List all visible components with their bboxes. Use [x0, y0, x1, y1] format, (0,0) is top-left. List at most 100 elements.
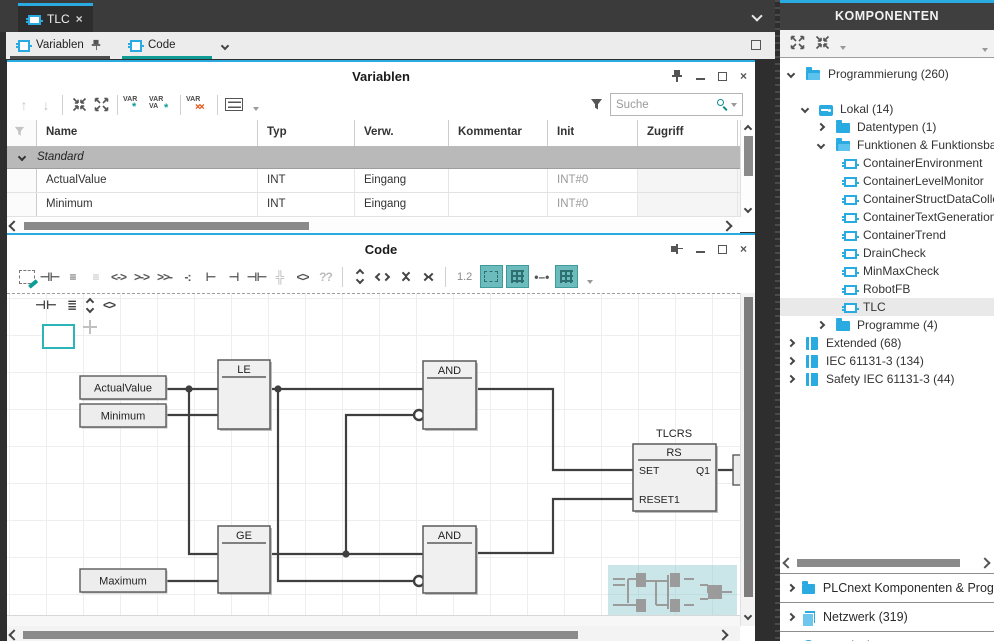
contact-network-button[interactable]: ⊣⊢: [38, 265, 61, 289]
toolbar-overflow-chevron-icon[interactable]: [253, 107, 259, 111]
tree-item-containerstructdatacolle[interactable]: ContainerStructDataColle: [780, 190, 994, 208]
minimize-icon[interactable]: [696, 251, 705, 253]
cell-verw[interactable]: Eingang: [355, 169, 449, 192]
scroll-right-icon[interactable]: [721, 220, 732, 231]
selection-rectangle[interactable]: [42, 324, 75, 349]
tree-item-tlc[interactable]: TLC: [780, 298, 994, 316]
tree-item-datentypen[interactable]: Datentypen (1): [780, 118, 994, 136]
diagram-overview-minimap[interactable]: [608, 565, 737, 620]
scroll-right-icon[interactable]: [717, 629, 728, 640]
scroll-down-icon[interactable]: [744, 612, 752, 620]
expand-all-button[interactable]: [790, 35, 805, 53]
tree-item-programmierung[interactable]: Programmierung (260): [780, 65, 994, 83]
branch-right-button[interactable]: >->: [130, 265, 153, 289]
chevron-right-icon[interactable]: [787, 375, 795, 383]
tab-list-chevron-icon[interactable]: [751, 10, 762, 21]
table-row[interactable]: ActualValue INT Eingang INT#0: [7, 169, 755, 193]
scroll-up-icon[interactable]: [744, 125, 752, 133]
collapse-vertical-button[interactable]: [394, 265, 417, 289]
angle-brackets-button[interactable]: <>: [291, 265, 314, 289]
close-icon[interactable]: ×: [740, 242, 747, 256]
move-down-button[interactable]: ↓: [35, 94, 57, 116]
scroll-left-icon[interactable]: [8, 629, 19, 640]
chevron-down-icon[interactable]: [787, 70, 795, 78]
input-variable-maximum[interactable]: Maximum: [80, 569, 168, 594]
section-netzwerk[interactable]: Netzwerk (319): [780, 602, 994, 631]
scroll-left-icon[interactable]: [8, 220, 19, 231]
contact-pair-icon[interactable]: ⊣⊢: [35, 298, 57, 312]
add-multiple-variables-button[interactable]: VARVA*: [149, 94, 175, 116]
maximize-icon[interactable]: [718, 245, 727, 254]
scroll-left-icon[interactable]: [782, 557, 793, 568]
tree-item-programme[interactable]: Programme (4): [780, 316, 994, 334]
filter-column-header[interactable]: [7, 120, 37, 146]
tree-item-funktionen[interactable]: Funktionen & Funktionsbaust: [780, 136, 994, 154]
variable-group-row[interactable]: Standard: [7, 147, 755, 169]
column-header-kommentar[interactable]: Kommentar: [449, 120, 548, 146]
contact-pair-button[interactable]: ⊣⊢: [245, 265, 268, 289]
cell-kommentar[interactable]: [449, 193, 548, 216]
table-vertical-scrollbar[interactable]: [740, 120, 755, 217]
block-ge[interactable]: GE: [218, 526, 272, 595]
expand-vertical-icon[interactable]: [87, 299, 93, 312]
column-header-zugriff[interactable]: Zugriff: [638, 120, 738, 146]
block-le[interactable]: LE: [218, 360, 272, 431]
section-hmi[interactable]: HMI (37): [780, 631, 994, 641]
grid-toggle[interactable]: [506, 265, 529, 288]
doc-tabs-chevron-icon[interactable]: [221, 42, 229, 50]
select-mode-button[interactable]: [15, 265, 38, 289]
fbd-canvas[interactable]: ⊣⊢ ≣ <>: [7, 293, 740, 626]
cell-typ[interactable]: INT: [258, 193, 355, 216]
scrollbar-thumb[interactable]: [744, 136, 753, 176]
chevron-right-icon[interactable]: [787, 339, 795, 347]
tree-item-lokal[interactable]: Lokal (14): [780, 100, 994, 118]
cell-init[interactable]: INT#0: [548, 169, 638, 192]
tree-item-extended[interactable]: Extended (68): [780, 334, 994, 352]
collapse-all-button[interactable]: [815, 35, 830, 53]
input-variable-actualvalue[interactable]: ActualValue: [80, 376, 168, 401]
contact-open-button[interactable]: ⊢: [199, 265, 222, 289]
chevron-right-icon[interactable]: [787, 357, 795, 365]
snap-grid-toggle[interactable]: [555, 265, 578, 288]
column-header-verw[interactable]: Verw.: [355, 120, 449, 146]
tab-tlc[interactable]: TLC ×: [18, 3, 93, 32]
tab-variablen[interactable]: Variablen: [10, 34, 110, 59]
chevron-right-icon[interactable]: [817, 123, 825, 131]
block-grid-button[interactable]: ╬: [268, 265, 291, 289]
align-lines-button[interactable]: ≡: [61, 265, 84, 289]
branch-double-button[interactable]: >>-: [153, 265, 176, 289]
chevron-right-icon[interactable]: [787, 584, 795, 592]
collapse-horizontal-button[interactable]: [417, 265, 440, 289]
column-header-init[interactable]: Init: [548, 120, 638, 146]
chevron-down-icon[interactable]: [817, 141, 825, 149]
cell-typ[interactable]: INT: [258, 169, 355, 192]
cell-kommentar[interactable]: [449, 169, 548, 192]
pin-icon[interactable]: [671, 243, 683, 255]
sidebar-horizontal-scrollbar[interactable]: [780, 555, 994, 571]
expand-all-button[interactable]: [90, 94, 112, 116]
section-plcnext-komponenten[interactable]: PLCnext Komponenten & Progra: [780, 573, 994, 602]
contact-closed-button[interactable]: ⊣: [222, 265, 245, 289]
scroll-down-icon[interactable]: [744, 205, 752, 213]
tab-code[interactable]: Code: [122, 34, 212, 59]
tab-close-icon[interactable]: ×: [76, 12, 83, 26]
input-variable-minimum[interactable]: Minimum: [80, 404, 168, 429]
snap-spacing-button[interactable]: •–•: [530, 265, 553, 289]
code-vertical-scrollbar[interactable]: [740, 293, 755, 626]
scrollbar-thumb[interactable]: [744, 297, 753, 597]
cell-zugriff[interactable]: [638, 169, 738, 192]
angle-brackets-icon[interactable]: <>: [103, 298, 115, 312]
column-header-typ[interactable]: Typ: [258, 120, 355, 146]
properties-view-button[interactable]: [223, 94, 245, 116]
tree-item-iec61131[interactable]: IEC 61131-3 (134): [780, 352, 994, 370]
table-row[interactable]: Minimum INT Eingang INT#0: [7, 193, 755, 217]
scroll-right-icon[interactable]: [979, 557, 990, 568]
tree-item-containerenvironment[interactable]: ContainerEnvironment: [780, 154, 994, 172]
toolbar-overflow-chevron-icon[interactable]: [587, 280, 593, 284]
row-handle[interactable]: [7, 193, 37, 216]
cell-init[interactable]: INT#0: [548, 193, 638, 216]
move-up-button[interactable]: ↑: [13, 94, 35, 116]
code-horizontal-scrollbar[interactable]: [7, 626, 740, 641]
page-boundaries-toggle[interactable]: [480, 265, 503, 288]
row-handle[interactable]: [7, 169, 37, 192]
